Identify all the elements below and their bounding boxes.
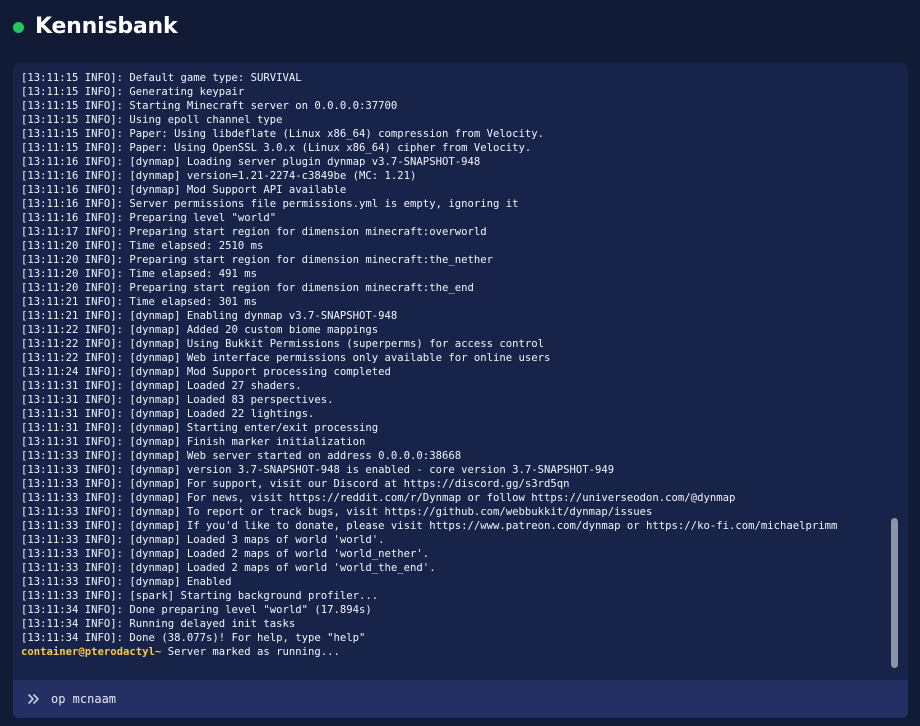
console-line: [13:11:16 INFO]: [dynmap] version=1.21-2… <box>21 170 417 182</box>
console-line: [13:11:33 INFO]: [spark] Starting backgr… <box>21 590 379 602</box>
console-line: [13:11:33 INFO]: [dynmap] Loaded 2 maps … <box>21 562 436 574</box>
console-line: [13:11:31 INFO]: [dynmap] Finish marker … <box>21 436 366 448</box>
console-line: [13:11:16 INFO]: Server permissions file… <box>21 198 519 210</box>
console-line: [13:11:34 INFO]: Done preparing level "w… <box>21 604 372 616</box>
server-header: Kennisbank <box>0 0 920 56</box>
console-line: [13:11:21 INFO]: Time elapsed: 301 ms <box>21 296 257 308</box>
console-line: [13:11:33 INFO]: [dynmap] Enabled <box>21 576 232 588</box>
console-line: [13:11:31 INFO]: [dynmap] Loaded 83 pers… <box>21 394 334 406</box>
console-output: [13:11:15 INFO]: Default game type: SURV… <box>13 63 883 680</box>
console-line: [13:11:33 INFO]: [dynmap] Loaded 2 maps … <box>21 548 430 560</box>
console-line: [13:11:21 INFO]: [dynmap] Enabling dynma… <box>21 310 398 322</box>
chevron-double-right-icon <box>28 694 39 704</box>
console-prompt-line: container@pterodactyl~ Server marked as … <box>21 645 883 659</box>
console-line: [13:11:22 INFO]: [dynmap] Added 20 custo… <box>21 324 379 336</box>
console-line: [13:11:33 INFO]: [dynmap] Web server sta… <box>21 450 462 462</box>
server-name: Kennisbank <box>35 14 178 39</box>
console-line: [13:11:34 INFO]: Done (38.077s)! For hel… <box>21 632 366 644</box>
console-line: [13:11:20 INFO]: Time elapsed: 2510 ms <box>21 240 264 252</box>
console-line: [13:11:33 INFO]: [dynmap] Loaded 3 maps … <box>21 534 385 546</box>
console-line: [13:11:20 INFO]: Preparing start region … <box>21 254 493 266</box>
console-line: [13:11:34 INFO]: Running delayed init ta… <box>21 618 296 630</box>
console-line: [13:11:33 INFO]: [dynmap] If you'd like … <box>21 520 838 532</box>
prompt-user: container@pterodactyl~ <box>21 646 162 658</box>
console-line: [13:11:16 INFO]: [dynmap] Loading server… <box>21 156 481 168</box>
console-line: [13:11:31 INFO]: [dynmap] Loaded 27 shad… <box>21 380 302 392</box>
console-line: [13:11:15 INFO]: Using epoll channel typ… <box>21 114 283 126</box>
console-line: [13:11:16 INFO]: Preparing level "world" <box>21 212 277 224</box>
console-line: [13:11:22 INFO]: [dynmap] Using Bukkit P… <box>21 338 544 350</box>
command-bar <box>13 680 908 718</box>
console-line: [13:11:33 INFO]: [dynmap] To report or t… <box>21 506 653 518</box>
console-scrollbar[interactable] <box>888 63 902 680</box>
console-line: [13:11:15 INFO]: Generating keypair <box>21 86 245 98</box>
console-line: [13:11:17 INFO]: Preparing start region … <box>21 226 487 238</box>
console-panel: [13:11:15 INFO]: Default game type: SURV… <box>13 63 908 718</box>
console-line: [13:11:16 INFO]: [dynmap] Mod Support AP… <box>21 184 347 196</box>
console-line: [13:11:20 INFO]: Preparing start region … <box>21 282 474 294</box>
command-input[interactable] <box>51 688 851 710</box>
console-line: [13:11:31 INFO]: [dynmap] Starting enter… <box>21 422 379 434</box>
console-line: [13:11:24 INFO]: [dynmap] Mod Support pr… <box>21 366 391 378</box>
console-line: [13:11:33 INFO]: [dynmap] For news, visi… <box>21 492 736 504</box>
console-line: [13:11:33 INFO]: [dynmap] For support, v… <box>21 478 570 490</box>
console-line: [13:11:15 INFO]: Paper: Using libdeflate… <box>21 128 544 140</box>
console-line: [13:11:20 INFO]: Time elapsed: 491 ms <box>21 268 257 280</box>
console-line: [13:11:33 INFO]: [dynmap] version 3.7-SN… <box>21 464 615 476</box>
console-scrollbar-thumb[interactable] <box>891 518 898 668</box>
console-line: [13:11:22 INFO]: [dynmap] Web interface … <box>21 352 551 364</box>
status-indicator <box>13 22 24 33</box>
console-line: [13:11:15 INFO]: Paper: Using OpenSSL 3.… <box>21 142 532 154</box>
prompt-message: Server marked as running... <box>161 646 340 658</box>
console-line: [13:11:15 INFO]: Default game type: SURV… <box>21 72 302 84</box>
console-line: [13:11:15 INFO]: Starting Minecraft serv… <box>21 100 398 112</box>
console-line: [13:11:31 INFO]: [dynmap] Loaded 22 ligh… <box>21 408 315 420</box>
